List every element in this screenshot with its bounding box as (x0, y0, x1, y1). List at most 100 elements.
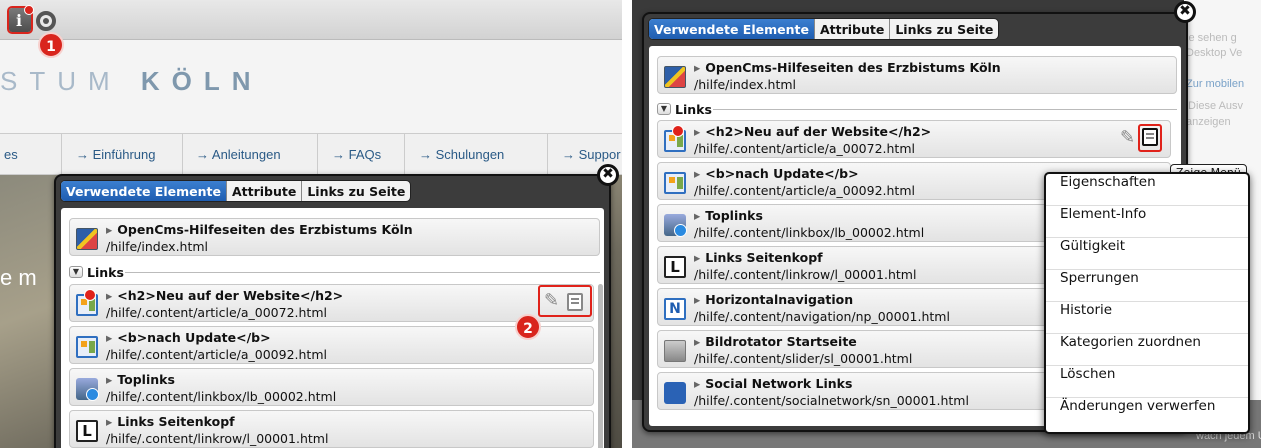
tab-links-to-page[interactable]: Links zu Seite (301, 181, 410, 201)
tab-attributes[interactable]: Attribute (813, 19, 889, 39)
notification-dot (24, 5, 34, 15)
nav-separator (404, 133, 405, 175)
item-path: /hilfe/.content/linkbox/lb_00002.html (106, 389, 337, 404)
changed-marker (672, 125, 684, 137)
list-item[interactable]: <h2>Neu auf der Website</h2> /hilfe/.con… (657, 120, 1171, 158)
hero-text: e m (0, 265, 37, 290)
background-text: ie sehen g (1186, 32, 1237, 44)
item-path: /hilfe/.content/navigation/np_00001.html (694, 309, 950, 324)
item-title: Links Seitenkopf (694, 250, 822, 265)
close-icon[interactable]: ✖ (597, 164, 619, 186)
section-label: Links (87, 264, 124, 280)
tab-used-elements[interactable]: Verwendete Elemente (649, 19, 814, 39)
changed-marker (84, 289, 96, 301)
item-path: /hilfe/.content/article/a_00072.html (106, 305, 327, 320)
tab-used-elements[interactable]: Verwendete Elemente (61, 181, 226, 201)
nav-item-anleitungen[interactable]: → Anleitungen (196, 147, 281, 162)
nav-separator (61, 133, 62, 175)
list-item[interactable]: Toplinks /hilfe/.content/linkbox/lb_0000… (69, 368, 594, 406)
element-info-dialog: Verwendete Elemente Attribute Links zu S… (54, 164, 619, 448)
page-icon (76, 228, 98, 250)
item-title: <b>nach Update</b> (106, 330, 270, 345)
menu-item-historie[interactable]: Historie (1046, 302, 1248, 334)
close-icon[interactable]: ✖ (1174, 1, 1196, 23)
background-link[interactable]: Zur mobilen (1186, 78, 1244, 90)
article-icon (664, 172, 686, 194)
section-divider (125, 272, 600, 273)
page-title: OpenCms-Hilfeseiten des Erzbistums Köln (106, 222, 412, 237)
item-title: Horizontalnavigation (694, 292, 853, 307)
nav-item-partial[interactable]: es (4, 147, 18, 162)
step-marker-2: 2 (515, 314, 541, 340)
item-path: /hilfe/.content/article/a_00092.html (106, 347, 327, 362)
menu-item-kategorien[interactable]: Kategorien zuordnen (1046, 334, 1248, 366)
linkrow-icon: L (664, 256, 686, 278)
info-icon: i (16, 11, 23, 30)
left-screenshot: i 1 STUM KÖLN es → Einführung → Anleitun… (0, 0, 622, 448)
pencil-icon[interactable]: ✎ (1120, 127, 1135, 148)
background-checkbox-label: Diese Ausv (1188, 100, 1244, 112)
slider-icon (664, 340, 686, 362)
dialog-tabs: Verwendete Elemente Attribute Links zu S… (60, 180, 412, 202)
menu-item-gueltigkeit[interactable]: Gültigkeit (1046, 238, 1248, 270)
navigation-icon: N (664, 298, 686, 320)
nav-item-einfuehrung[interactable]: → Einführung (76, 147, 156, 162)
item-path: /hilfe/.content/socialnetwork/sn_00001.h… (694, 393, 969, 408)
page-path: /hilfe/index.html (694, 77, 797, 92)
highlight-box (538, 285, 592, 317)
menu-item-eigenschaften[interactable]: Eigenschaften (1046, 174, 1248, 206)
item-title: <h2>Neu auf der Website</h2> (694, 124, 931, 139)
list-item[interactable]: <h2>Neu auf der Website</h2> /hilfe/.con… (69, 284, 594, 322)
links-section-header: ▼ Links (657, 101, 1177, 117)
item-title: Links Seitenkopf (106, 414, 234, 429)
context-menu: Eigenschaften Element-Info Gültigkeit Sp… (1044, 172, 1250, 434)
tab-links-to-page[interactable]: Links zu Seite (889, 19, 998, 39)
scrollbar[interactable] (598, 284, 603, 448)
menu-item-loeschen[interactable]: Löschen (1046, 366, 1248, 398)
nav-item-faqs[interactable]: → FAQs (332, 147, 381, 162)
nav-item-support[interactable]: → Suppor (562, 147, 621, 162)
social-network-icon (664, 382, 686, 404)
item-title: Bildrotator Startseite (694, 334, 857, 349)
linkbox-icon (76, 378, 99, 401)
step-marker-1: 1 (38, 32, 64, 58)
page-row[interactable]: OpenCms-Hilfeseiten des Erzbistums Köln … (69, 218, 600, 256)
item-title: <b>nach Update</b> (694, 166, 858, 181)
nav-separator (547, 133, 548, 175)
menu-item-element-info[interactable]: Element-Info (1046, 206, 1248, 238)
collapse-toggle[interactable]: ▼ (69, 266, 83, 278)
item-path: /hilfe/.content/slider/sl_00001.html (694, 351, 913, 366)
section-divider (713, 109, 1177, 110)
tab-attributes[interactable]: Attribute (225, 181, 301, 201)
right-screenshot: ie sehen g Desktop Ve Zur mobilen Diese … (632, 0, 1261, 448)
item-path: /hilfe/.content/linkbox/lb_00002.html (694, 225, 925, 240)
opencms-toolbar: i (0, 0, 622, 40)
collapse-toggle[interactable]: ▼ (657, 103, 671, 115)
links-section-header: ▼ Links (69, 264, 600, 280)
menu-item-aenderungen-verwerfen[interactable]: Änderungen verwerfen (1046, 398, 1248, 430)
list-item[interactable]: L Links Seitenkopf /hilfe/.content/linkr… (69, 410, 594, 448)
item-path: /hilfe/.content/article/a_00092.html (694, 183, 915, 198)
nav-separator (317, 133, 318, 175)
nav-separator (182, 133, 183, 175)
info-button[interactable]: i (9, 5, 34, 32)
highlight-box (1138, 124, 1162, 152)
item-title: Toplinks (694, 208, 763, 223)
site-logo: STUM KÖLN (0, 66, 263, 96)
linkrow-icon: L (76, 420, 98, 442)
target-icon[interactable] (36, 11, 56, 31)
page-row[interactable]: OpenCms-Hilfeseiten des Erzbistums Köln … (657, 56, 1177, 94)
background-text: anzeigen (1186, 116, 1231, 128)
item-path: /hilfe/.content/article/a_00072.html (694, 141, 915, 156)
page-path: /hilfe/index.html (106, 239, 209, 254)
linkbox-icon (664, 214, 687, 237)
menu-item-sperrungen[interactable]: Sperrungen (1046, 270, 1248, 302)
item-title: Toplinks (106, 372, 175, 387)
nav-item-schulungen[interactable]: → Schulungen (419, 147, 504, 162)
page-title: OpenCms-Hilfeseiten des Erzbistums Köln (694, 60, 1000, 75)
item-path: /hilfe/.content/linkrow/l_00001.html (106, 431, 329, 446)
article-icon (76, 336, 98, 358)
page-icon (664, 66, 686, 88)
background-text: Desktop Ve (1186, 47, 1243, 59)
site-navigation: es → Einführung → Anleitungen → FAQs → S… (0, 133, 622, 175)
